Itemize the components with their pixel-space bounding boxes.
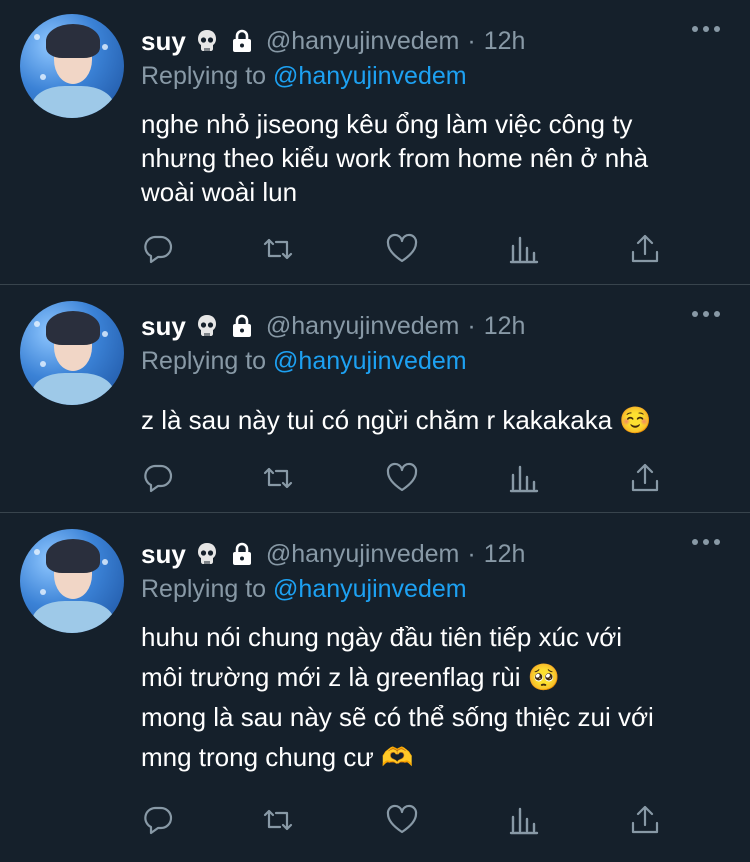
tweet-text-line: nghe nhỏ jiseong kêu ổng làm việc công t… <box>141 109 633 139</box>
skull-icon <box>197 315 216 336</box>
tweet-text: z là sau này tui có ngừi chăm r kakakaka… <box>141 403 652 437</box>
skull-icon <box>197 30 216 51</box>
analytics-icon[interactable] <box>507 232 541 266</box>
replying-to-label: Replying to <box>141 347 267 375</box>
share-icon[interactable] <box>628 232 662 266</box>
display-name[interactable]: suy <box>141 311 186 342</box>
handle[interactable]: @hanyujinvedem <box>266 540 460 569</box>
skull-icon <box>197 543 216 564</box>
like-icon[interactable] <box>385 232 419 266</box>
tweet-actions <box>141 461 661 497</box>
tweet-text-line: z là sau này tui có ngừi chăm r kakakaka… <box>141 405 652 435</box>
tweet-header: suy @hanyujinvedem · 12h <box>141 539 525 569</box>
tweet-text: nghe nhỏ jiseong kêu ổng làm việc công t… <box>141 107 648 209</box>
lock-icon <box>232 29 251 52</box>
tweet[interactable]: suy @hanyujinvedem · 12h Replying to @ha… <box>0 513 750 862</box>
replying-to: Replying to @hanyujinvedem <box>141 575 467 604</box>
separator: · <box>467 539 476 568</box>
handle[interactable]: @hanyujinvedem <box>266 312 460 341</box>
tweet-header: suy @hanyujinvedem · 12h <box>141 26 525 56</box>
tweet-text-line: mong là sau này sẽ có thể sống thiệc zui… <box>141 702 654 732</box>
retweet-icon[interactable] <box>261 232 295 266</box>
lock-icon <box>232 314 251 337</box>
retweet-icon[interactable] <box>261 803 295 837</box>
more-options-icon[interactable] <box>692 26 720 32</box>
more-options-icon[interactable] <box>692 539 720 545</box>
display-name[interactable]: suy <box>141 26 186 57</box>
separator: · <box>467 311 476 340</box>
avatar[interactable] <box>20 14 124 118</box>
replying-to: Replying to @hanyujinvedem <box>141 347 467 376</box>
handle[interactable]: @hanyujinvedem <box>266 27 460 56</box>
replying-to-label: Replying to <box>141 62 267 90</box>
replying-to-label: Replying to <box>141 575 267 603</box>
replying-to: Replying to @hanyujinvedem <box>141 62 467 91</box>
retweet-icon[interactable] <box>261 461 295 495</box>
timestamp[interactable]: 12h <box>484 27 526 56</box>
reply-icon[interactable] <box>141 461 175 495</box>
tweet-header: suy @hanyujinvedem · 12h <box>141 311 525 341</box>
tweet-text-line: huhu nói chung ngày đầu tiên tiếp xúc vớ… <box>141 622 623 652</box>
avatar[interactable] <box>20 301 124 405</box>
more-options-icon[interactable] <box>692 311 720 317</box>
tweet[interactable]: suy @hanyujinvedem · 12h Replying to @ha… <box>0 0 750 285</box>
mention-link[interactable]: @hanyujinvedem <box>273 62 467 90</box>
tweet-text-line: môi trường mới z là greenflag rùi 🥺 <box>141 662 561 692</box>
display-name[interactable]: suy <box>141 539 186 570</box>
share-icon[interactable] <box>628 803 662 837</box>
tweet-text: huhu nói chung ngày đầu tiên tiếp xúc vớ… <box>141 617 654 777</box>
mention-link[interactable]: @hanyujinvedem <box>273 575 467 603</box>
timestamp[interactable]: 12h <box>484 540 526 569</box>
reply-icon[interactable] <box>141 803 175 837</box>
analytics-icon[interactable] <box>507 803 541 837</box>
tweet-text-line: woài woài lun <box>141 177 298 207</box>
tweet-actions <box>141 803 661 839</box>
timestamp[interactable]: 12h <box>484 312 526 341</box>
separator: · <box>467 26 476 55</box>
mention-link[interactable]: @hanyujinvedem <box>273 347 467 375</box>
like-icon[interactable] <box>385 461 419 495</box>
tweet-text-line: mng trong chung cư 🫶 <box>141 742 414 772</box>
analytics-icon[interactable] <box>507 461 541 495</box>
share-icon[interactable] <box>628 461 662 495</box>
like-icon[interactable] <box>385 803 419 837</box>
avatar[interactable] <box>20 529 124 633</box>
reply-icon[interactable] <box>141 232 175 266</box>
tweet-text-line: nhưng theo kiểu work from home nên ở nhà <box>141 143 649 173</box>
tweet[interactable]: suy @hanyujinvedem · 12h Replying to @ha… <box>0 285 750 513</box>
lock-icon <box>232 542 251 565</box>
tweet-actions <box>141 232 661 268</box>
